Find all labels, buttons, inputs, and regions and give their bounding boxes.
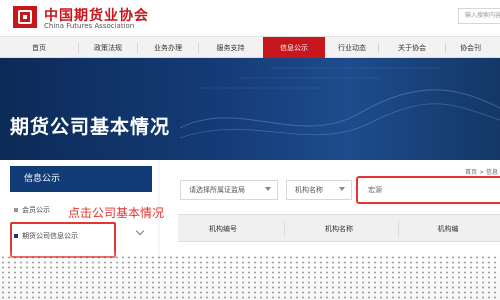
- dropdown-caret-icon: [339, 187, 345, 191]
- page-banner: 期货公司基本情况: [0, 58, 500, 160]
- header-search-input[interactable]: 输入搜索内容: [458, 8, 500, 24]
- search-field-value: 机构名称: [295, 186, 323, 194]
- column-header-org-id: 机构编号: [209, 225, 237, 233]
- sidebar-item-label: 会员公示: [22, 206, 50, 214]
- instruction-annotation: 点击公司基本情况: [68, 206, 165, 220]
- sidebar-item-member-disclosure[interactable]: 会员公示: [14, 202, 50, 218]
- dropdown-caret-icon: [265, 187, 271, 191]
- nav-item-business[interactable]: 业务办理: [138, 37, 198, 59]
- search-input-value: 宏源: [368, 186, 382, 194]
- cfa-logo[interactable]: [13, 6, 37, 28]
- main-nav: 首页 政策法规 业务办理 服务支持 信息公示 行业动态 关于协会 协会刊: [0, 36, 500, 59]
- search-field-select[interactable]: 机构名称: [286, 180, 352, 200]
- nav-item-services[interactable]: 服务支持: [199, 37, 262, 59]
- banner-wave-decoration: [180, 67, 500, 139]
- column-header-org-name: 机构名称: [325, 225, 353, 233]
- results-table-header: 机构编号 机构名称 机构编: [178, 214, 500, 242]
- page-title: 期货公司基本情况: [10, 116, 171, 138]
- regulator-select-value: 请选择所属证监局: [189, 186, 245, 194]
- org-name-en: China Futures Association: [44, 22, 135, 30]
- regulator-select[interactable]: 请选择所属证监局: [180, 180, 278, 200]
- bullet-icon: [14, 208, 18, 212]
- nav-item-disclosure[interactable]: 信息公示: [263, 37, 325, 59]
- nav-item-home[interactable]: 首页: [0, 37, 78, 59]
- sidebar-header: 信息公示: [10, 166, 152, 192]
- dotted-edge-overlay: [0, 255, 500, 300]
- logo-seal-icon: [18, 10, 32, 24]
- nav-item-policy[interactable]: 政策法规: [79, 37, 137, 59]
- nav-item-news[interactable]: 行业动态: [326, 37, 378, 59]
- nav-item-journal[interactable]: 协会刊: [446, 37, 500, 59]
- column-header-org-id-2: 机构编: [437, 225, 459, 233]
- nav-item-about[interactable]: 关于协会: [379, 37, 445, 59]
- company-search-input[interactable]: 宏源: [356, 176, 500, 204]
- site-header: 中国期货业协会 China Futures Association 输入搜索内容: [0, 0, 500, 36]
